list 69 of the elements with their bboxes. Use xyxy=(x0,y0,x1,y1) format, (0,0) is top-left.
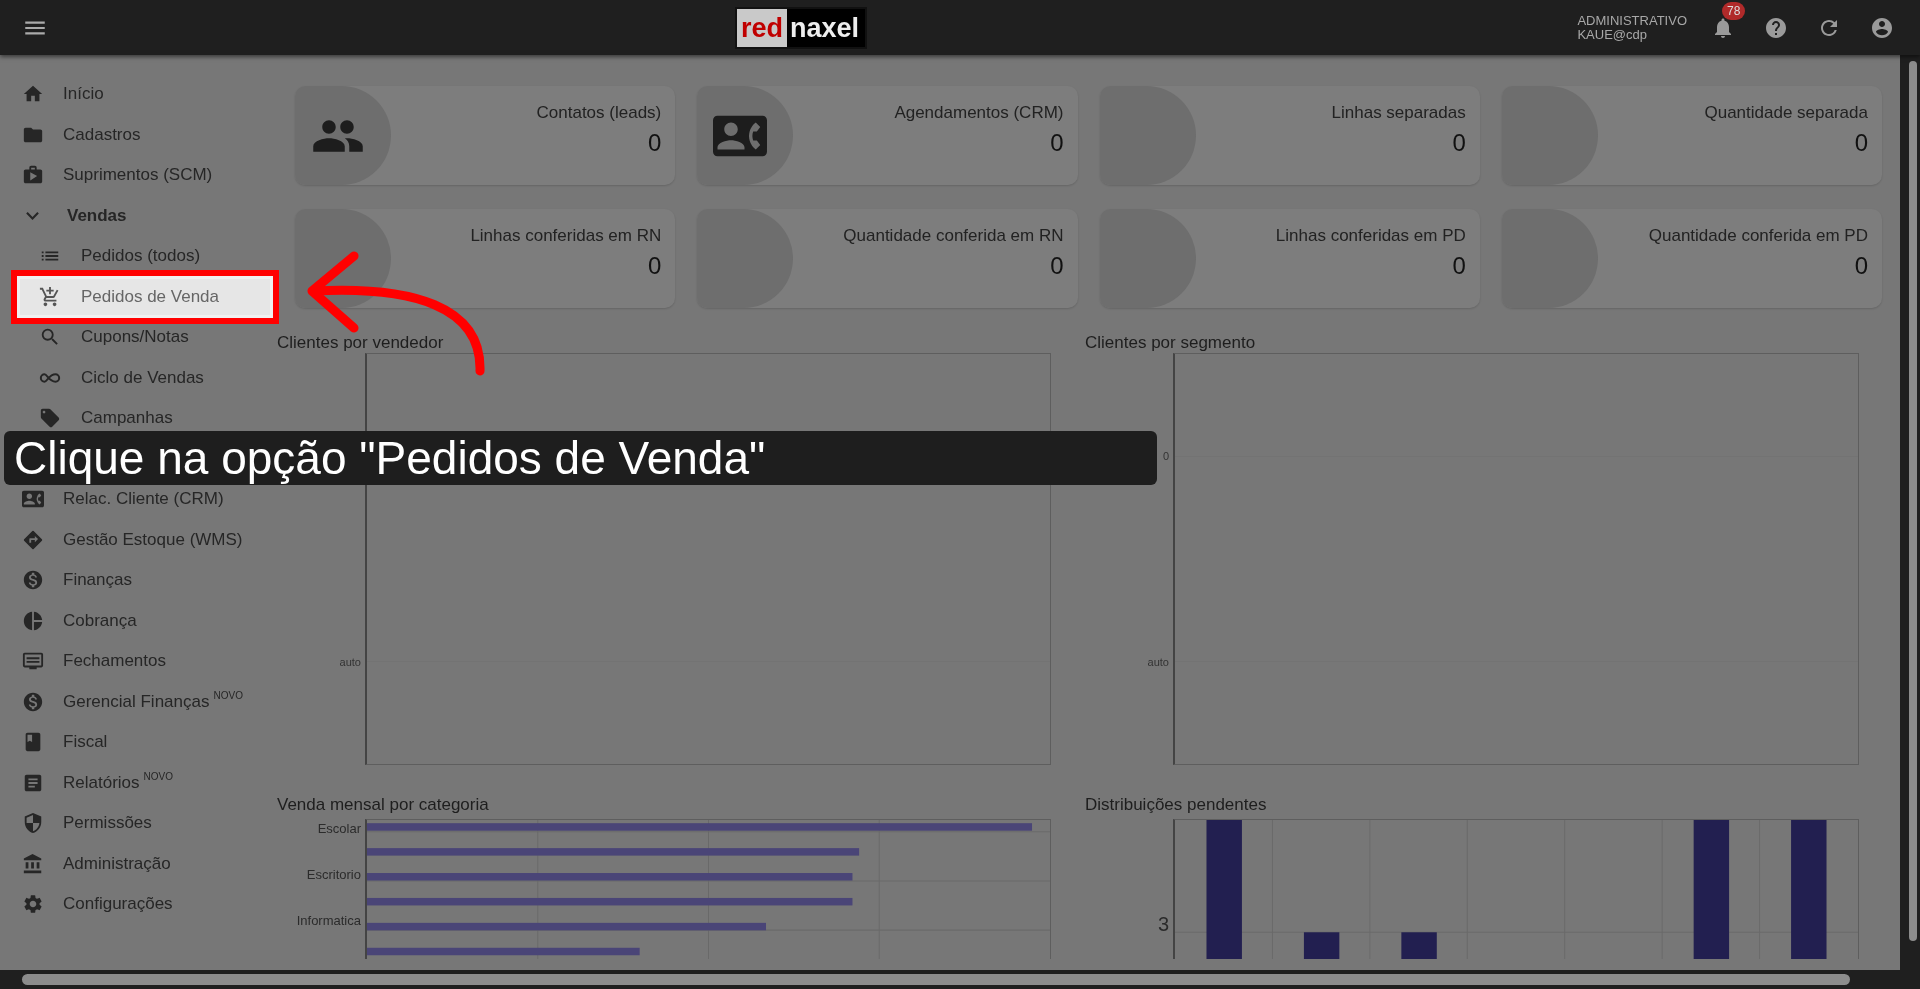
card-value: 0 xyxy=(647,252,662,280)
horizontal-scrollbar[interactable] xyxy=(0,970,1920,989)
sidebar-item[interactable]: Suprimentos (SCM) xyxy=(0,155,270,196)
axis-tick-label: auto xyxy=(1147,656,1169,668)
axis-category-label: Escritorio xyxy=(306,866,361,882)
card-label: Agendamentos (CRM) xyxy=(894,103,1064,123)
card-value: 0 xyxy=(1050,252,1064,280)
sidebar-subitem[interactable]: Pedidos (todos) xyxy=(0,236,270,277)
card-value: 0 xyxy=(1854,129,1868,157)
sidebar-item[interactable]: Gestão Estoque (WMS) xyxy=(0,519,270,560)
card-value: 0 xyxy=(1854,252,1868,280)
sidebar-item[interactable]: Administração xyxy=(0,843,270,884)
sidebar-item[interactable]: Permissões xyxy=(0,803,270,844)
bank-icon xyxy=(22,852,44,875)
sidebar-item[interactable]: Vendas xyxy=(0,195,270,236)
logo-text: red xyxy=(737,8,788,47)
card-value: 0 xyxy=(1452,129,1466,157)
sidebar-item[interactable]: Cobrança xyxy=(0,600,270,641)
diamond-arrow-icon xyxy=(22,528,44,551)
axis-tick-label: 0 xyxy=(1162,450,1169,462)
tag-icon xyxy=(39,407,61,430)
pie-chart-icon xyxy=(22,609,44,632)
new-label: NOVO xyxy=(143,770,173,782)
chart-title: Clientes por segmento xyxy=(1085,333,1257,353)
sidebar-subitem[interactable]: Ciclo de Vendas xyxy=(0,357,270,398)
vertical-scrollbar[interactable] xyxy=(1900,55,1920,970)
card-label: Quantidade conferida em PD xyxy=(1648,226,1868,246)
card-label: Linhas separadas xyxy=(1331,103,1466,123)
chart-title: Venda mensal por categoria xyxy=(277,795,490,815)
axis-category-label: Informatica xyxy=(296,912,361,928)
sidebar-item[interactable]: Relatórios $^{NOVO}$ xyxy=(0,762,270,803)
shield-icon xyxy=(22,812,44,835)
card-value: 0 xyxy=(647,129,662,157)
cart-plus-icon xyxy=(39,285,61,308)
account-icon[interactable] xyxy=(1870,15,1894,40)
notification-count: 78 xyxy=(1722,1,1746,20)
chart-title: Clientes por vendedor xyxy=(277,333,445,353)
chevron-icon xyxy=(26,211,39,220)
sidebar-item[interactable]: Início xyxy=(0,74,270,115)
sidebar-item[interactable]: Fiscal xyxy=(0,722,270,763)
card-value: 0 xyxy=(1452,252,1466,280)
sidebar-subitem[interactable]: Cupons/Notas xyxy=(0,317,270,358)
settings-icon xyxy=(22,893,44,916)
instruction-tooltip: Clique na opção "Pedidos de Venda" xyxy=(4,431,1157,485)
help-icon[interactable] xyxy=(1764,15,1788,40)
axis-tick-label: auto xyxy=(339,656,361,668)
chart-title: Distribuições pendentes xyxy=(1085,795,1268,815)
card-label: Contatos (leads) xyxy=(536,103,662,123)
sidebar-item[interactable]: Gerencial Finanças $^{NOVO}$ xyxy=(0,681,270,722)
new-label: NOVO xyxy=(213,689,243,701)
user-login: KAUE@cdp xyxy=(1577,27,1648,42)
sidebar-item[interactable]: Finanças xyxy=(0,560,270,601)
logo[interactable]: red naxel xyxy=(735,6,868,49)
axis-tick-label: 3 xyxy=(1157,912,1169,936)
axis-category-label: Escolar xyxy=(317,820,361,836)
sidebar-item[interactable]: Configurações xyxy=(0,884,270,925)
chart-bar xyxy=(1401,932,1437,959)
dollar-icon xyxy=(22,690,44,713)
card-value: 0 xyxy=(1050,129,1064,157)
logo-text: naxel xyxy=(789,11,861,45)
sidebar-item[interactable]: Cadastros xyxy=(0,114,270,155)
dollar-icon xyxy=(22,569,44,592)
card-label: Linhas conferidas em PD xyxy=(1275,226,1466,246)
card-label: Linhas conferidas em RN xyxy=(470,226,662,246)
user-role: ADMINISTRATIVO xyxy=(1577,13,1687,28)
chart-bar xyxy=(1303,932,1340,959)
card-label: Quantidade conferida em RN xyxy=(843,226,1064,246)
sidebar-item[interactable]: Fechamentos xyxy=(0,641,270,682)
card-label: Quantidade separada xyxy=(1704,103,1868,123)
